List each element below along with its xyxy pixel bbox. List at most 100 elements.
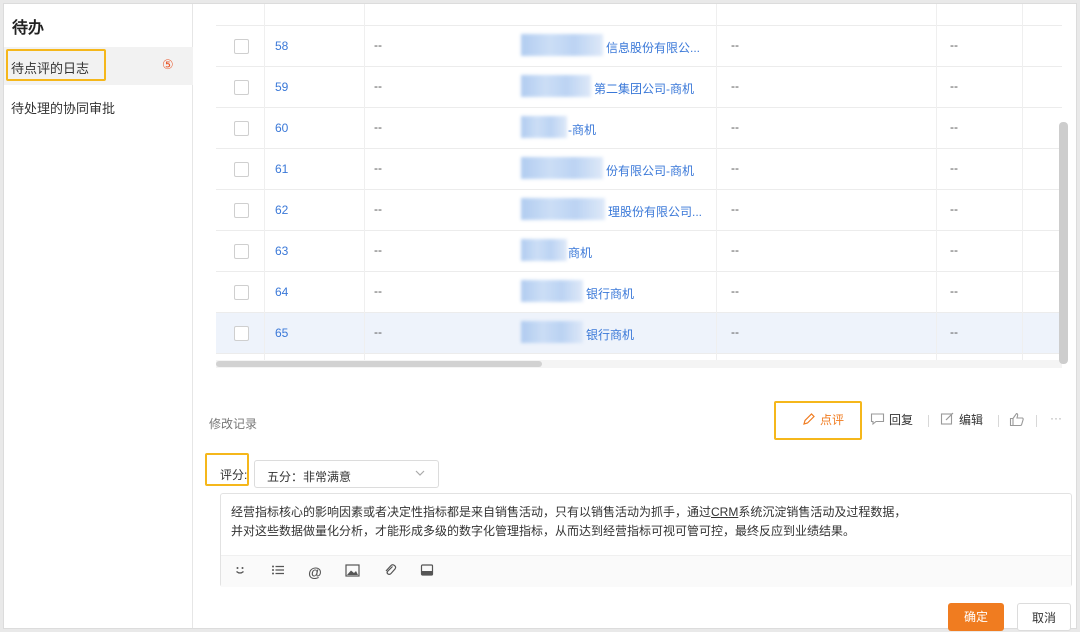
redacted-text	[521, 239, 567, 261]
comment-line: CRM	[711, 505, 739, 519]
thumbs-up-icon	[1009, 412, 1024, 426]
cell: --	[950, 243, 958, 257]
review-button-label: 点评	[820, 412, 845, 427]
row-checkbox[interactable]	[234, 285, 249, 300]
comment-line: 经营指标核心的影响因素或者决定性指标都是来自销售活动，只有以销售活动为抓手，通过	[231, 505, 712, 519]
cell: --	[374, 325, 382, 339]
row-id[interactable]: 64	[275, 285, 288, 299]
opportunity-link[interactable]: 第二集团公司-商机	[594, 80, 694, 97]
cell: --	[731, 202, 739, 216]
reply-button-label: 回复	[889, 412, 914, 427]
row-id[interactable]: 62	[275, 203, 288, 217]
app-window: 待办 待点评的日志 ⑤ 待处理的协同审批 58 -- 信息股份有限公... --…	[3, 3, 1077, 631]
opportunity-link[interactable]: -商机	[568, 121, 596, 138]
attachment-icon[interactable]	[381, 563, 399, 581]
more-button[interactable]: ···	[1050, 409, 1062, 427]
cell: --	[950, 325, 958, 339]
redacted-text	[521, 198, 605, 220]
edit-button-label: 编辑	[959, 412, 984, 427]
comment-icon	[870, 413, 885, 426]
list-icon[interactable]	[269, 563, 287, 581]
cell: --	[731, 243, 739, 257]
image-icon[interactable]	[343, 563, 361, 581]
row-id[interactable]: 58	[275, 39, 288, 53]
cell: --	[731, 79, 739, 93]
redacted-text	[521, 157, 603, 179]
sidebar-item-pending-review-logs[interactable]: 待点评的日志 ⑤	[4, 47, 193, 85]
divider	[1036, 415, 1037, 427]
row-checkbox[interactable]	[234, 39, 249, 54]
cell: --	[950, 161, 958, 175]
cell: --	[374, 161, 382, 175]
confirm-button[interactable]: 确定	[948, 603, 1004, 631]
row-id[interactable]: 61	[275, 162, 288, 176]
modify-record-label[interactable]: 修改记录	[209, 415, 257, 432]
cell: --	[374, 79, 382, 93]
edit-icon	[940, 412, 954, 425]
opportunity-link[interactable]: 银行商机	[586, 285, 634, 302]
comment-text[interactable]: 经营指标核心的影响因素或者决定性指标都是来自销售活动，只有以销售活动为抓手，通过…	[231, 503, 1061, 541]
sidebar: 待办 待点评的日志 ⑤ 待处理的协同审批	[4, 4, 193, 628]
comment-line: 系统沉淀销售活动及过程数据，	[738, 505, 907, 519]
review-button[interactable]: 点评	[802, 410, 844, 428]
row-checkbox[interactable]	[234, 162, 249, 177]
row-id[interactable]: 60	[275, 121, 288, 135]
redacted-text	[521, 34, 603, 56]
cell: --	[731, 325, 739, 339]
redacted-text	[521, 280, 583, 302]
row-id[interactable]: 59	[275, 80, 288, 94]
row-checkbox[interactable]	[234, 244, 249, 259]
cell: --	[374, 284, 382, 298]
sidebar-item-label: 待处理的协同审批	[11, 101, 116, 116]
opportunity-link[interactable]: 银行商机	[586, 326, 634, 343]
row-checkbox[interactable]	[234, 80, 249, 95]
cell: --	[374, 243, 382, 257]
reply-button[interactable]: 回复	[870, 410, 913, 428]
sidebar-item-label: 待点评的日志	[11, 61, 90, 76]
column-divider	[716, 4, 717, 362]
cell: --	[731, 120, 739, 134]
rating-select-value: 五分：非常满意	[267, 470, 352, 484]
redacted-text	[521, 321, 583, 343]
pencil-icon	[803, 413, 815, 425]
count-badge: ⑤	[162, 57, 174, 72]
rating-label: 评分:	[220, 468, 248, 482]
chevron-down-icon	[414, 467, 426, 482]
row-id[interactable]: 65	[275, 326, 288, 340]
edit-button[interactable]: 编辑	[940, 410, 983, 428]
sidebar-item-pending-approvals[interactable]: 待处理的协同审批	[4, 87, 193, 125]
cell: --	[374, 202, 382, 216]
column-divider	[936, 4, 937, 362]
opportunity-link[interactable]: 商机	[568, 244, 592, 261]
cell: --	[374, 38, 382, 52]
row-checkbox[interactable]	[234, 326, 249, 341]
opportunity-link[interactable]: 信息股份有限公...	[606, 39, 700, 56]
emoji-icon[interactable]	[231, 563, 249, 581]
row-id[interactable]: 63	[275, 244, 288, 258]
comment-editor[interactable]: 经营指标核心的影响因素或者决定性指标都是来自销售活动，只有以销售活动为抓手，通过…	[220, 493, 1072, 587]
cell: --	[374, 120, 382, 134]
column-divider	[264, 4, 265, 362]
cell: --	[950, 79, 958, 93]
cell: --	[731, 284, 739, 298]
more-icon: ···	[1050, 411, 1062, 425]
editor-toolbar: @	[221, 555, 1071, 587]
cell: --	[731, 38, 739, 52]
cell: --	[950, 202, 958, 216]
mention-icon[interactable]: @	[306, 563, 324, 581]
card-icon[interactable]	[418, 563, 436, 581]
like-button[interactable]	[1009, 410, 1025, 428]
opportunity-link[interactable]: 理股份有限公司...	[608, 203, 702, 220]
divider	[998, 415, 999, 427]
cell: --	[950, 38, 958, 52]
cancel-button[interactable]: 取消	[1017, 603, 1071, 631]
comment-line: 并对这些数据做量化分析，才能形成多级的数字化管理指标，从而达到经营指标可视可管可…	[231, 524, 856, 538]
opportunity-link[interactable]: 份有限公司-商机	[606, 162, 694, 179]
rating-select[interactable]: 五分：非常满意	[254, 460, 439, 488]
horizontal-scrollbar[interactable]	[216, 361, 542, 367]
vertical-scrollbar[interactable]	[1059, 122, 1068, 364]
row-checkbox[interactable]	[234, 203, 249, 218]
row-checkbox[interactable]	[234, 121, 249, 136]
column-divider	[364, 4, 365, 362]
column-divider	[1022, 4, 1023, 362]
